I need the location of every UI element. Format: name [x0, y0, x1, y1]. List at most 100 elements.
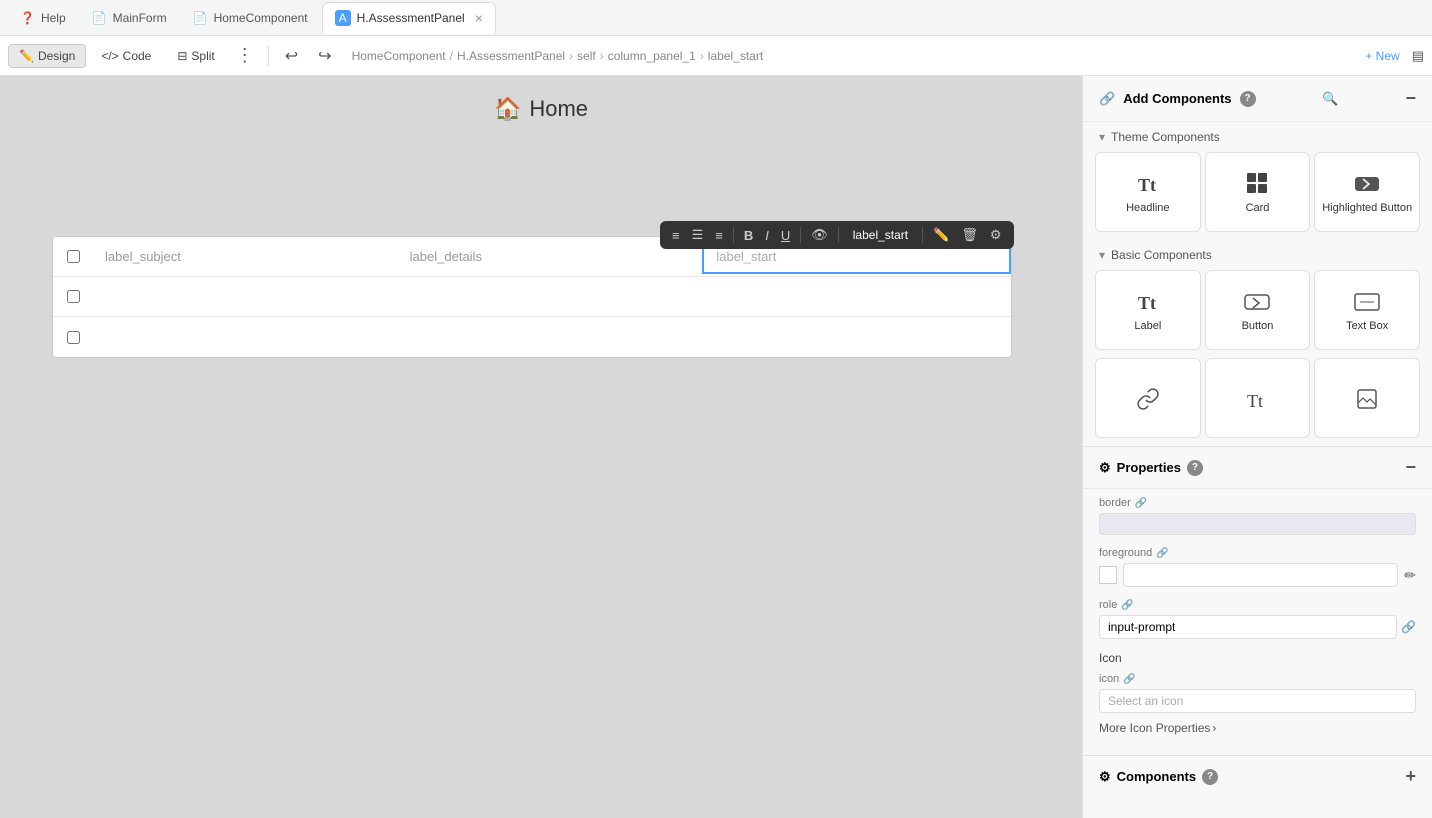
textbox-comp-label: Text Box: [1346, 319, 1388, 333]
tab-bar: ❓ Help 📄 MainForm 📄 HomeComponent A H.As…: [0, 0, 1432, 36]
chevron-right-icon: ›: [1212, 721, 1216, 735]
theme-chevron-icon[interactable]: ▾: [1099, 130, 1105, 144]
tab-homecomponent[interactable]: 📄 HomeComponent: [181, 2, 320, 34]
theme-components-header: ▾ Theme Components: [1083, 122, 1432, 148]
main-content: 🏠 Home ≡ ☰ ≡ B I U 👁 label_start ✏️ 🗑 ⚙: [0, 76, 1432, 818]
tab-hassessmentpanel[interactable]: A H.AssessmentPanel ×: [322, 2, 496, 34]
tab-help[interactable]: ❓ Help: [8, 2, 78, 34]
label-comp-icon: Tt: [1136, 289, 1160, 313]
border-group: border 🔗: [1099, 497, 1416, 535]
code-label: Code: [123, 49, 152, 63]
component-highlighted-button[interactable]: Highlighted Button: [1314, 152, 1420, 232]
properties-collapse-button[interactable]: −: [1405, 457, 1416, 478]
label-details-cell: label_details: [398, 241, 703, 272]
ft-sep-1: [733, 227, 734, 243]
component-card[interactable]: Card: [1205, 152, 1311, 232]
settings-icon-button[interactable]: ⚙: [986, 225, 1006, 245]
component-rich-text[interactable]: Tt: [1205, 358, 1311, 438]
edit-icon-button[interactable]: ✏️: [929, 225, 953, 245]
align-right-button[interactable]: ≡: [711, 226, 727, 245]
role-select-row: input-prompt title subtitle body 🔗: [1099, 615, 1416, 639]
icon-section-label: Icon: [1099, 651, 1416, 665]
component-button[interactable]: Button: [1205, 270, 1311, 350]
icon-prop-label: icon 🔗: [1099, 673, 1416, 685]
border-link-icon[interactable]: 🔗: [1135, 498, 1147, 509]
more-button[interactable]: ⋮: [230, 43, 260, 68]
theme-components-label: Theme Components: [1111, 130, 1220, 144]
border-label: border 🔗: [1099, 497, 1416, 509]
code-icon: </>: [101, 49, 118, 63]
floating-toolbar-label: label_start: [845, 226, 916, 244]
undo-button[interactable]: ↩: [277, 42, 306, 70]
design-button[interactable]: ✏️ Design: [8, 44, 86, 68]
properties-help-icon[interactable]: ?: [1187, 460, 1203, 476]
italic-button[interactable]: I: [761, 226, 773, 245]
border-input[interactable]: [1099, 513, 1416, 535]
underline-button[interactable]: U: [777, 226, 794, 245]
new-button[interactable]: + New: [1365, 49, 1399, 63]
component-link[interactable]: [1095, 358, 1201, 438]
properties-header: ⚙ Properties ? −: [1083, 447, 1432, 489]
icon-select[interactable]: Select an icon: [1099, 689, 1416, 713]
split-button[interactable]: ⊟ Split: [166, 44, 225, 68]
design-label: Design: [38, 49, 75, 63]
bold-button[interactable]: B: [740, 226, 757, 245]
add-components-collapse-button[interactable]: −: [1405, 88, 1416, 109]
headline-label: Headline: [1126, 201, 1169, 215]
foreground-link-icon[interactable]: 🔗: [1156, 548, 1168, 559]
mainform-tab-label: MainForm: [113, 11, 167, 25]
components-bottom-title: Components: [1117, 769, 1196, 784]
hassessmentpanel-tab-icon: A: [335, 10, 351, 26]
components-add-button[interactable]: +: [1405, 766, 1416, 787]
highlighted-button-icon: [1353, 171, 1381, 195]
align-left-button[interactable]: ≡: [668, 226, 684, 245]
components-bottom-help-icon[interactable]: ?: [1202, 769, 1218, 785]
svg-text:Tt: Tt: [1138, 293, 1156, 313]
basic-chevron-icon[interactable]: ▾: [1099, 248, 1105, 262]
delete-icon-button[interactable]: 🗑: [957, 225, 982, 245]
role-select[interactable]: input-prompt title subtitle body: [1099, 615, 1397, 639]
icon-section: Icon icon 🔗 Select an icon More Icon Pro…: [1099, 651, 1416, 735]
breadcrumb-column-panel: column_panel_1: [608, 49, 696, 63]
role-link-icon[interactable]: 🔗: [1121, 600, 1133, 611]
redo-button[interactable]: ↪: [310, 42, 339, 70]
canvas-title-text: Home: [529, 96, 588, 122]
foreground-edit-button[interactable]: ✏: [1404, 567, 1416, 584]
foreground-color-swatch[interactable]: [1099, 566, 1117, 584]
checkbox-2[interactable]: [53, 290, 93, 303]
layout-toggle-button[interactable]: ▤: [1412, 48, 1424, 64]
checkbox-input-2[interactable]: [67, 290, 80, 303]
add-components-title: Add Components: [1123, 91, 1231, 106]
checkbox-input-3[interactable]: [67, 331, 80, 344]
panel-row-2: [53, 277, 1011, 317]
checkbox-3[interactable]: [53, 331, 93, 344]
breadcrumb-hassessmentpanel: H.AssessmentPanel: [457, 49, 565, 63]
add-components-help-icon[interactable]: ?: [1240, 91, 1256, 107]
role-link-button[interactable]: 🔗: [1401, 620, 1416, 634]
code-button[interactable]: </> Code: [90, 44, 162, 68]
label-subject-cell: label_subject: [93, 241, 398, 272]
properties-title: Properties: [1117, 460, 1181, 475]
eye-button[interactable]: 👁: [807, 225, 832, 245]
properties-body: border 🔗 foreground 🔗 ✏: [1083, 489, 1432, 755]
tab-mainform[interactable]: 📄 MainForm: [80, 2, 179, 34]
align-center-button[interactable]: ☰: [688, 225, 708, 245]
checkbox-1[interactable]: [53, 250, 93, 263]
tab-close-icon[interactable]: ×: [475, 10, 483, 26]
assessment-panel: label_subject label_details label_start: [52, 236, 1012, 358]
component-textbox[interactable]: Text Box: [1314, 270, 1420, 350]
icon-link-icon[interactable]: 🔗: [1123, 674, 1135, 685]
search-icon[interactable]: 🔍: [1322, 91, 1338, 107]
more-icon-props-link[interactable]: More Icon Properties ›: [1099, 721, 1416, 735]
right-panel: 🔗 Add Components ? 🔍 − ▾ Theme Component…: [1082, 76, 1432, 818]
headline-icon: Tt: [1136, 171, 1160, 195]
ft-sep-3: [838, 227, 839, 243]
highlighted-button-label: Highlighted Button: [1322, 201, 1412, 215]
component-image[interactable]: [1314, 358, 1420, 438]
component-headline[interactable]: Tt Headline: [1095, 152, 1201, 232]
foreground-color-input[interactable]: [1123, 563, 1398, 587]
ft-sep-4: [922, 227, 923, 243]
component-label[interactable]: Tt Label: [1095, 270, 1201, 350]
panel-row-3: [53, 317, 1011, 357]
checkbox-input-1[interactable]: [67, 250, 80, 263]
